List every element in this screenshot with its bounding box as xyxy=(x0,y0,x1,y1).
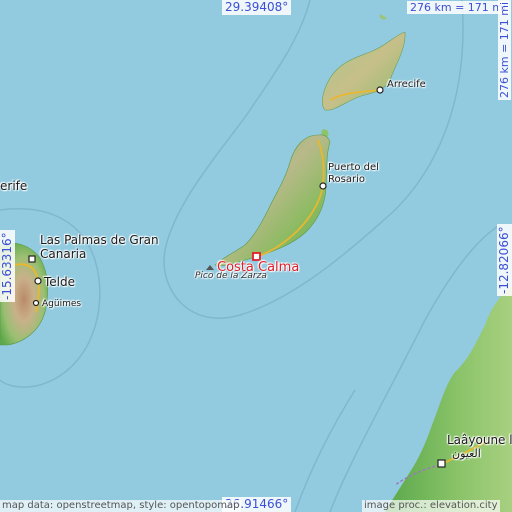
arrecife-marker xyxy=(376,86,384,94)
latitude-top: 29.39408° xyxy=(222,0,292,15)
place-label-puerto-del-rosario-line2: Rosario xyxy=(328,174,365,185)
longitude-left: -15.63316° xyxy=(0,230,15,302)
place-label-arrecife: Arrecife xyxy=(387,79,426,90)
longitude-right: -12.82066° xyxy=(497,224,512,296)
attribution-right: image proc.: elevation.city xyxy=(362,500,500,512)
place-label-laayoune-arabic: العيون xyxy=(452,447,481,460)
puerto-del-rosario-marker xyxy=(319,182,327,190)
focus-place-label: Costa Calma xyxy=(217,260,300,275)
place-label-las-palmas-line2: Canaria xyxy=(40,247,87,261)
place-label-tenerife-partial: erife xyxy=(0,179,28,193)
attribution-left: map data: openstreetmap, style: opentopo… xyxy=(0,500,242,512)
fuerteventura-island xyxy=(214,134,331,267)
african-coast xyxy=(385,285,512,512)
scale-vertical: 276 km = 171 mi xyxy=(498,0,511,100)
place-label-las-palmas-line1: Las Palmas de Gran xyxy=(40,233,159,247)
telde-marker xyxy=(34,277,42,285)
place-label-laayoune-latin: Laâyoune l xyxy=(447,433,512,447)
costa-calma-marker xyxy=(252,252,261,261)
las-palmas-marker xyxy=(28,255,36,263)
place-label-puerto-del-rosario-line1: Puerto del xyxy=(328,162,379,173)
place-label-telde: Telde xyxy=(44,275,76,289)
laayoune-marker xyxy=(437,459,446,468)
place-label-aguimes: Agüimes xyxy=(42,299,82,309)
scale-horizontal: 276 km = 171 mi xyxy=(407,1,510,14)
aguimes-marker xyxy=(32,299,40,307)
